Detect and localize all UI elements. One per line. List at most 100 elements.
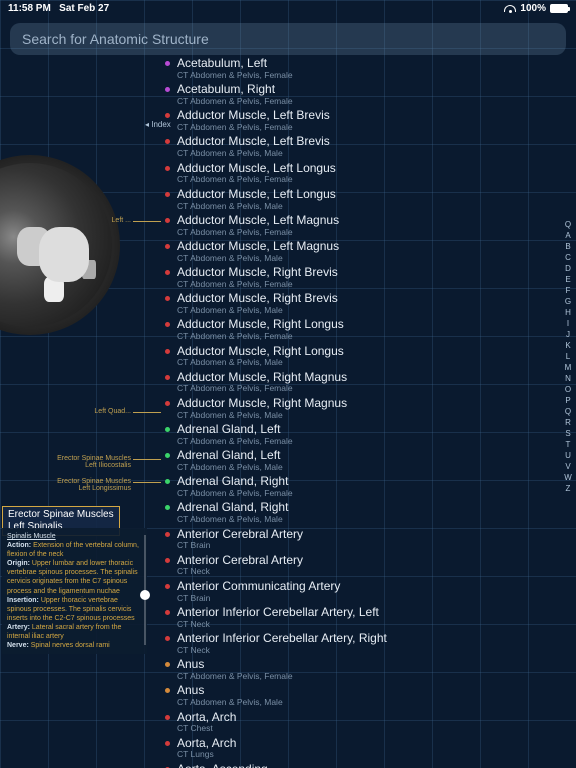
alpha-index-letter[interactable]: F [562,286,574,297]
alpha-index-letter[interactable]: S [562,429,574,440]
category-dot-icon [165,87,170,92]
info-title: Spinalis Muscle [7,533,56,540]
leader-label[interactable]: Erector Spinae Muscles Left Longissimus [57,478,131,492]
slice-scrubber-handle[interactable] [140,590,150,600]
item-title: Anterior Inferior Cerebellar Artery, Rig… [177,632,554,646]
alpha-index-letter[interactable]: H [562,308,574,319]
item-subtitle: CT Neck [177,646,554,655]
alpha-index[interactable]: QABCDEFGHIJKLMNOPQRSTUVWZ [562,220,574,495]
search-input[interactable]: Search for Anatomic Structure [10,23,566,55]
alpha-index-letter[interactable]: U [562,451,574,462]
list-item[interactable]: Adrenal Gland, LeftCT Abdomen & Pelvis, … [165,447,554,473]
alpha-index-letter[interactable]: R [562,418,574,429]
list-item[interactable]: Aorta, AscendingCT Chest [165,761,554,768]
category-dot-icon [165,558,170,563]
category-dot-icon [165,218,170,223]
ct-scan-image[interactable] [0,155,120,335]
item-subtitle: CT Neck [177,620,554,629]
structure-list[interactable]: Acetabulum, LeftCT Abdomen & Pelvis, Fem… [165,55,554,768]
alpha-index-letter[interactable]: W [562,473,574,484]
item-subtitle: CT Abdomen & Pelvis, Female [177,332,554,341]
category-dot-icon [165,322,170,327]
item-title: Adductor Muscle, Right Brevis [177,266,554,280]
list-item[interactable]: Adductor Muscle, Left BrevisCT Abdomen &… [165,107,554,133]
list-item[interactable]: Adductor Muscle, Left LongusCT Abdomen &… [165,160,554,186]
item-title: Aorta, Arch [177,711,554,725]
alpha-index-letter[interactable]: O [562,385,574,396]
item-title: Adductor Muscle, Left Magnus [177,214,554,228]
alpha-index-letter[interactable]: A [562,231,574,242]
alpha-index-letter[interactable]: G [562,297,574,308]
list-item[interactable]: Adrenal Gland, RightCT Abdomen & Pelvis,… [165,499,554,525]
category-dot-icon [165,636,170,641]
item-title: Adrenal Gland, Right [177,475,554,489]
alpha-index-letter[interactable]: D [562,264,574,275]
list-item[interactable]: AnusCT Abdomen & Pelvis, Male [165,682,554,708]
alpha-index-letter[interactable]: M [562,363,574,374]
item-title: Adrenal Gland, Right [177,501,554,515]
list-item[interactable]: Anterior Cerebral ArteryCT Neck [165,552,554,578]
list-item[interactable]: Adductor Muscle, Right LongusCT Abdomen … [165,316,554,342]
alpha-index-letter[interactable]: J [562,330,574,341]
info-insertion-label: Insertion: [7,597,39,604]
list-item[interactable]: Adductor Muscle, Left MagnusCT Abdomen &… [165,212,554,238]
leader-label[interactable]: Erector Spinae Muscles Left Iliocostalis [57,455,131,469]
item-title: Anterior Cerebral Artery [177,528,554,542]
list-item[interactable]: Adductor Muscle, Right BrevisCT Abdomen … [165,290,554,316]
item-title: Anus [177,658,554,672]
list-item[interactable]: Anterior Inferior Cerebellar Artery, Lef… [165,604,554,630]
list-item[interactable]: Acetabulum, RightCT Abdomen & Pelvis, Fe… [165,81,554,107]
list-item[interactable]: Anterior Cerebral ArteryCT Brain [165,526,554,552]
info-artery-label: Artery: [7,624,30,631]
battery-icon [550,4,568,13]
info-origin-label: Origin: [7,560,30,567]
list-item[interactable]: Adrenal Gland, LeftCT Abdomen & Pelvis, … [165,421,554,447]
item-subtitle: CT Brain [177,541,554,550]
item-subtitle: CT Abdomen & Pelvis, Male [177,515,554,524]
list-item[interactable]: Anterior Inferior Cerebellar Artery, Rig… [165,630,554,656]
list-item[interactable]: Adductor Muscle, Left BrevisCT Abdomen &… [165,133,554,159]
list-item[interactable]: Aorta, ArchCT Lungs [165,735,554,761]
list-item[interactable]: AnusCT Abdomen & Pelvis, Female [165,656,554,682]
item-title: Adductor Muscle, Left Longus [177,162,554,176]
alpha-index-letter[interactable]: L [562,352,574,363]
alpha-index-letter[interactable]: P [562,396,574,407]
leader-label[interactable]: Left Quad... [94,408,131,415]
list-item[interactable]: Adrenal Gland, RightCT Abdomen & Pelvis,… [165,473,554,499]
leader-label[interactable]: Left ... [112,217,131,224]
item-title: Adrenal Gland, Left [177,423,554,437]
list-item[interactable]: Adductor Muscle, Right LongusCT Abdomen … [165,343,554,369]
item-title: Anterior Cerebral Artery [177,554,554,568]
item-title: Adrenal Gland, Left [177,449,554,463]
status-time: 11:58 PM [8,3,51,14]
alpha-index-letter[interactable]: I [562,319,574,330]
alpha-index-letter[interactable]: N [562,374,574,385]
alpha-index-letter[interactable]: T [562,440,574,451]
alpha-index-letter[interactable]: C [562,253,574,264]
list-item[interactable]: Acetabulum, LeftCT Abdomen & Pelvis, Fem… [165,55,554,81]
list-item[interactable]: Adductor Muscle, Right MagnusCT Abdomen … [165,369,554,395]
list-item[interactable]: Adductor Muscle, Right MagnusCT Abdomen … [165,395,554,421]
category-dot-icon [165,427,170,432]
alpha-index-letter[interactable]: Q [562,220,574,231]
item-title: Adductor Muscle, Right Longus [177,318,554,332]
wifi-icon [504,4,516,13]
list-item[interactable]: Aorta, ArchCT Chest [165,709,554,735]
alpha-index-letter[interactable]: K [562,341,574,352]
item-subtitle: CT Abdomen & Pelvis, Female [177,437,554,446]
category-dot-icon [165,584,170,589]
item-subtitle: CT Abdomen & Pelvis, Female [177,489,554,498]
alpha-index-letter[interactable]: V [562,462,574,473]
list-item[interactable]: Anterior Communicating ArteryCT Brain [165,578,554,604]
item-subtitle: CT Abdomen & Pelvis, Female [177,280,554,289]
item-title: Anterior Communicating Artery [177,580,554,594]
structure-info-panel: Spinalis Muscle Action: Extension of the… [2,528,147,654]
list-item[interactable]: Adductor Muscle, Left LongusCT Abdomen &… [165,186,554,212]
category-dot-icon [165,375,170,380]
list-item[interactable]: Adductor Muscle, Left MagnusCT Abdomen &… [165,238,554,264]
alpha-index-letter[interactable]: B [562,242,574,253]
alpha-index-letter[interactable]: E [562,275,574,286]
list-item[interactable]: Adductor Muscle, Right BrevisCT Abdomen … [165,264,554,290]
alpha-index-letter[interactable]: Z [562,484,574,495]
alpha-index-letter[interactable]: Q [562,407,574,418]
